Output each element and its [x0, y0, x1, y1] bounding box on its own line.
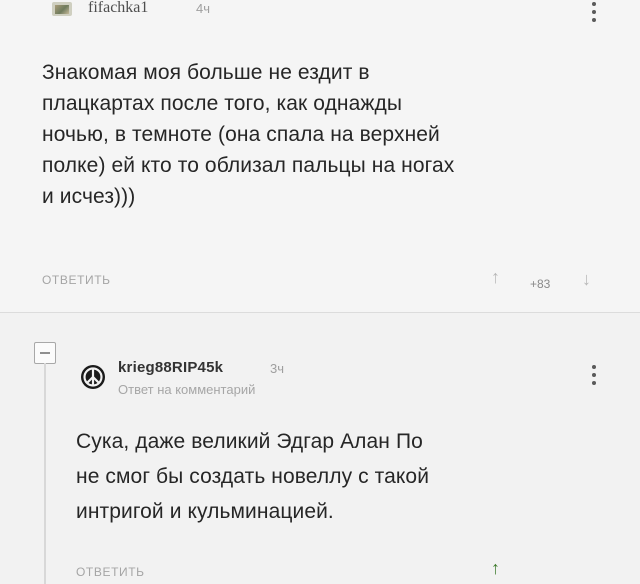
reply-body: Сука, даже великий Эдгар Алан По не смог… [76, 430, 430, 523]
upvote-icon[interactable]: ↑ [491, 558, 500, 579]
reply-button[interactable]: ОТВЕТИТЬ [76, 565, 145, 579]
downvote-icon[interactable]: ↓ [582, 269, 591, 290]
reply-username[interactable]: krieg88RIP45k [118, 359, 223, 376]
rating-count: +83 [530, 277, 551, 291]
avatar[interactable] [52, 2, 72, 16]
more-options-icon[interactable] [592, 2, 596, 22]
comment-reply: krieg88RIP45k 3ч Ответ на комментарий Су… [0, 313, 640, 584]
comment-body: Знакомая моя больше не ездит в плацкарта… [42, 61, 455, 208]
comment-top: fifachka1 4ч Знакомая моя больше не езди… [0, 0, 640, 312]
reply-button[interactable]: ОТВЕТИТЬ [42, 273, 111, 287]
comment-username[interactable]: fifachka1 [88, 0, 148, 17]
thread-line [44, 363, 46, 584]
reply-subtitle[interactable]: Ответ на комментарий [118, 382, 255, 397]
reply-time: 3ч [270, 361, 285, 376]
comment-time: 4ч [196, 1, 211, 16]
peace-symbol-icon[interactable] [80, 364, 106, 390]
upvote-icon[interactable]: ↑ [491, 267, 500, 288]
collapse-thread-icon[interactable] [34, 342, 56, 364]
more-options-icon[interactable] [592, 365, 596, 385]
